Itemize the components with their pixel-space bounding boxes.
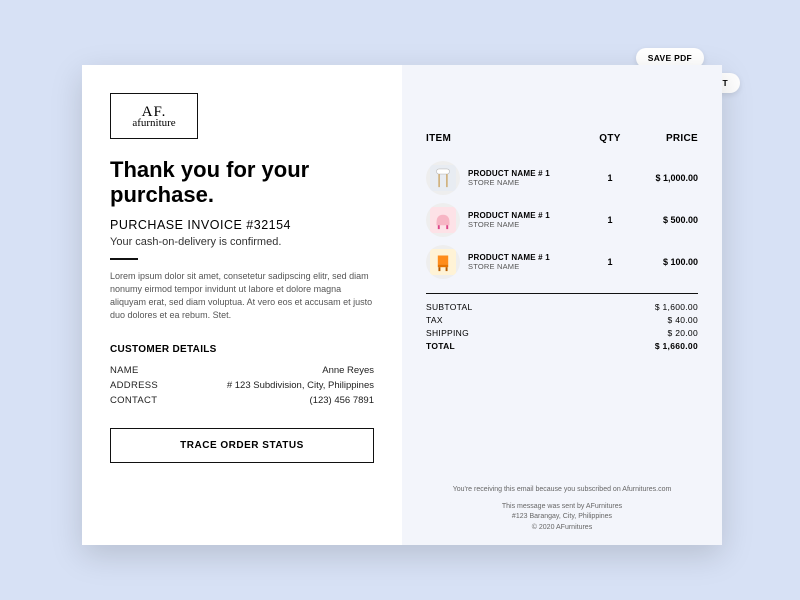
totals-divider: [426, 293, 698, 294]
customer-details-title: CUSTOMER DETAILS: [110, 344, 374, 355]
logo-sub: afurniture: [132, 117, 175, 129]
total-value: $ 1,600.00: [655, 302, 698, 312]
qty: 1: [588, 173, 632, 183]
thank-you-heading: Thank you for your purchase.: [110, 157, 374, 208]
price: $ 100.00: [632, 257, 698, 267]
qty: 1: [588, 257, 632, 267]
store-name: STORE NAME: [468, 220, 550, 229]
total-row: TOTAL $ 1,660.00: [426, 341, 698, 351]
total-value: $ 40.00: [668, 315, 698, 325]
product-name: PRODUCT NAME # 1: [468, 253, 550, 262]
line-item: PRODUCT NAME # 1STORE NAME 1 $ 500.00: [426, 203, 698, 237]
total-label: SHIPPING: [426, 328, 469, 338]
cd-value: Anne Reyes: [322, 365, 374, 376]
footer-line: You're receiving this email because you …: [402, 485, 722, 496]
total-value: $ 20.00: [668, 328, 698, 338]
logo: AF. afurniture: [110, 93, 198, 139]
customer-row: NAME Anne Reyes: [110, 365, 374, 376]
cd-label: CONTACT: [110, 395, 157, 406]
product-name: PRODUCT NAME # 1: [468, 169, 550, 178]
qty: 1: [588, 215, 632, 225]
total-row: SHIPPING $ 20.00: [426, 328, 698, 338]
product-thumb: [426, 203, 460, 237]
product-thumb: [426, 245, 460, 279]
footer-line: © 2020 AFurnitures: [402, 523, 722, 534]
divider: [110, 258, 138, 260]
email-footer: You're receiving this email because you …: [402, 485, 722, 533]
store-name: STORE NAME: [468, 178, 550, 187]
cd-value: # 123 Subdivision, City, Philippines: [227, 380, 374, 391]
total-row: TAX $ 40.00: [426, 315, 698, 325]
table-header: ITEM QTY PRICE: [426, 133, 698, 152]
invoice-card: AF. afurniture Thank you for your purcha…: [82, 65, 722, 545]
footer-line: This message was sent by AFurnitures: [402, 502, 722, 513]
store-name: STORE NAME: [468, 262, 550, 271]
total-label: TOTAL: [426, 341, 455, 351]
trace-order-button[interactable]: TRACE ORDER STATUS: [110, 428, 374, 463]
customer-row: ADDRESS # 123 Subdivision, City, Philippi…: [110, 380, 374, 391]
total-value: $ 1,660.00: [655, 341, 698, 351]
header-price: PRICE: [632, 133, 698, 144]
product-thumb: [426, 161, 460, 195]
header-item: ITEM: [426, 133, 588, 144]
cd-label: NAME: [110, 365, 139, 376]
price: $ 1,000.00: [632, 173, 698, 183]
footer-line: #123 Barangay, City, Philippines: [402, 512, 722, 523]
confirmation-text: Your cash-on-delivery is confirmed.: [110, 236, 374, 248]
body-text: Lorem ipsum dolor sit amet, consetetur s…: [110, 270, 374, 322]
line-item: PRODUCT NAME # 1STORE NAME 1 $ 1,000.00: [426, 161, 698, 195]
cd-value: (123) 456 7891: [310, 395, 374, 406]
cd-label: ADDRESS: [110, 380, 158, 391]
product-name: PRODUCT NAME # 1: [468, 211, 550, 220]
line-item: PRODUCT NAME # 1STORE NAME 1 $ 100.00: [426, 245, 698, 279]
total-row: SUBTOTAL $ 1,600.00: [426, 302, 698, 312]
header-qty: QTY: [588, 133, 632, 144]
price: $ 500.00: [632, 215, 698, 225]
customer-row: CONTACT (123) 456 7891: [110, 395, 374, 406]
invoice-number: PURCHASE INVOICE #32154: [110, 218, 374, 232]
total-label: SUBTOTAL: [426, 302, 473, 312]
total-label: TAX: [426, 315, 443, 325]
